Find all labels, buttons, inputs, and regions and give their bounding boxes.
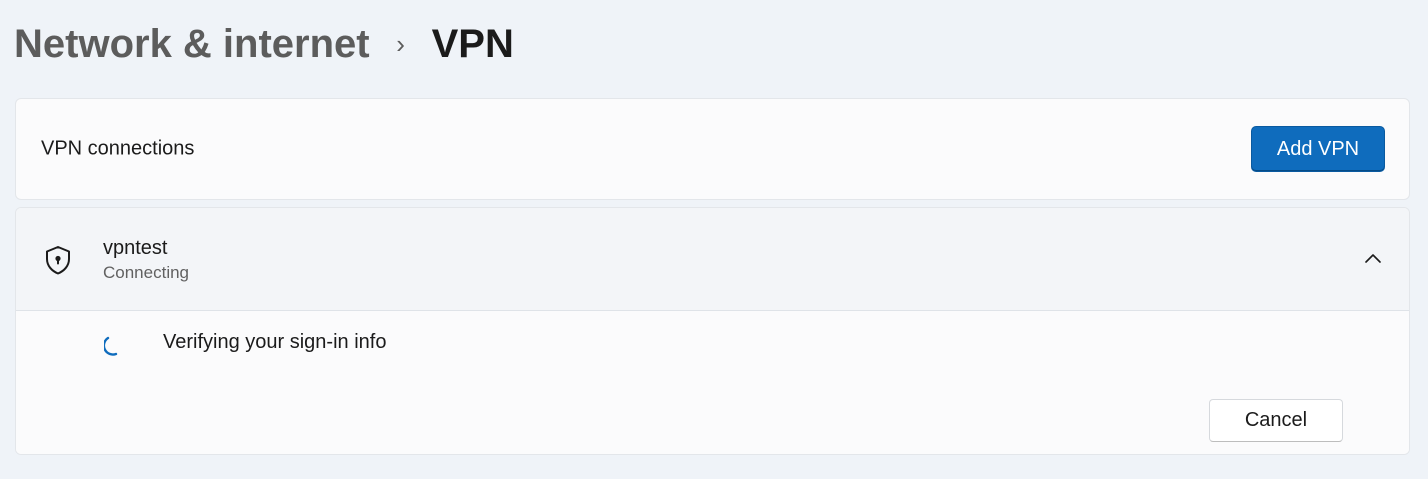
vpn-connection-card: vpntest Connecting Verifying your sign-i… bbox=[15, 207, 1410, 455]
chevron-up-icon[interactable] bbox=[1363, 250, 1383, 266]
cancel-button[interactable]: Cancel bbox=[1209, 399, 1343, 442]
page-title: VPN bbox=[431, 21, 514, 66]
breadcrumb: Network & internet › VPN bbox=[14, 14, 514, 74]
vpn-connection-details: Verifying your sign-in info Cancel bbox=[16, 311, 1409, 454]
shield-lock-icon bbox=[46, 246, 70, 275]
vpn-connection-header[interactable]: vpntest Connecting bbox=[16, 208, 1409, 311]
add-vpn-button[interactable]: Add VPN bbox=[1251, 126, 1385, 172]
vpn-connections-label: VPN connections bbox=[41, 137, 195, 160]
breadcrumb-separator-icon: › bbox=[396, 28, 405, 59]
vpn-connection-status: Connecting bbox=[103, 263, 190, 282]
progress-spinner-icon bbox=[104, 336, 118, 356]
vpn-connections-card: VPN connections Add VPN bbox=[15, 98, 1410, 200]
connection-progress-text: Verifying your sign-in info bbox=[163, 331, 387, 353]
breadcrumb-network-internet[interactable]: Network & internet bbox=[14, 22, 370, 67]
vpn-connection-name: vpntest bbox=[103, 237, 168, 259]
